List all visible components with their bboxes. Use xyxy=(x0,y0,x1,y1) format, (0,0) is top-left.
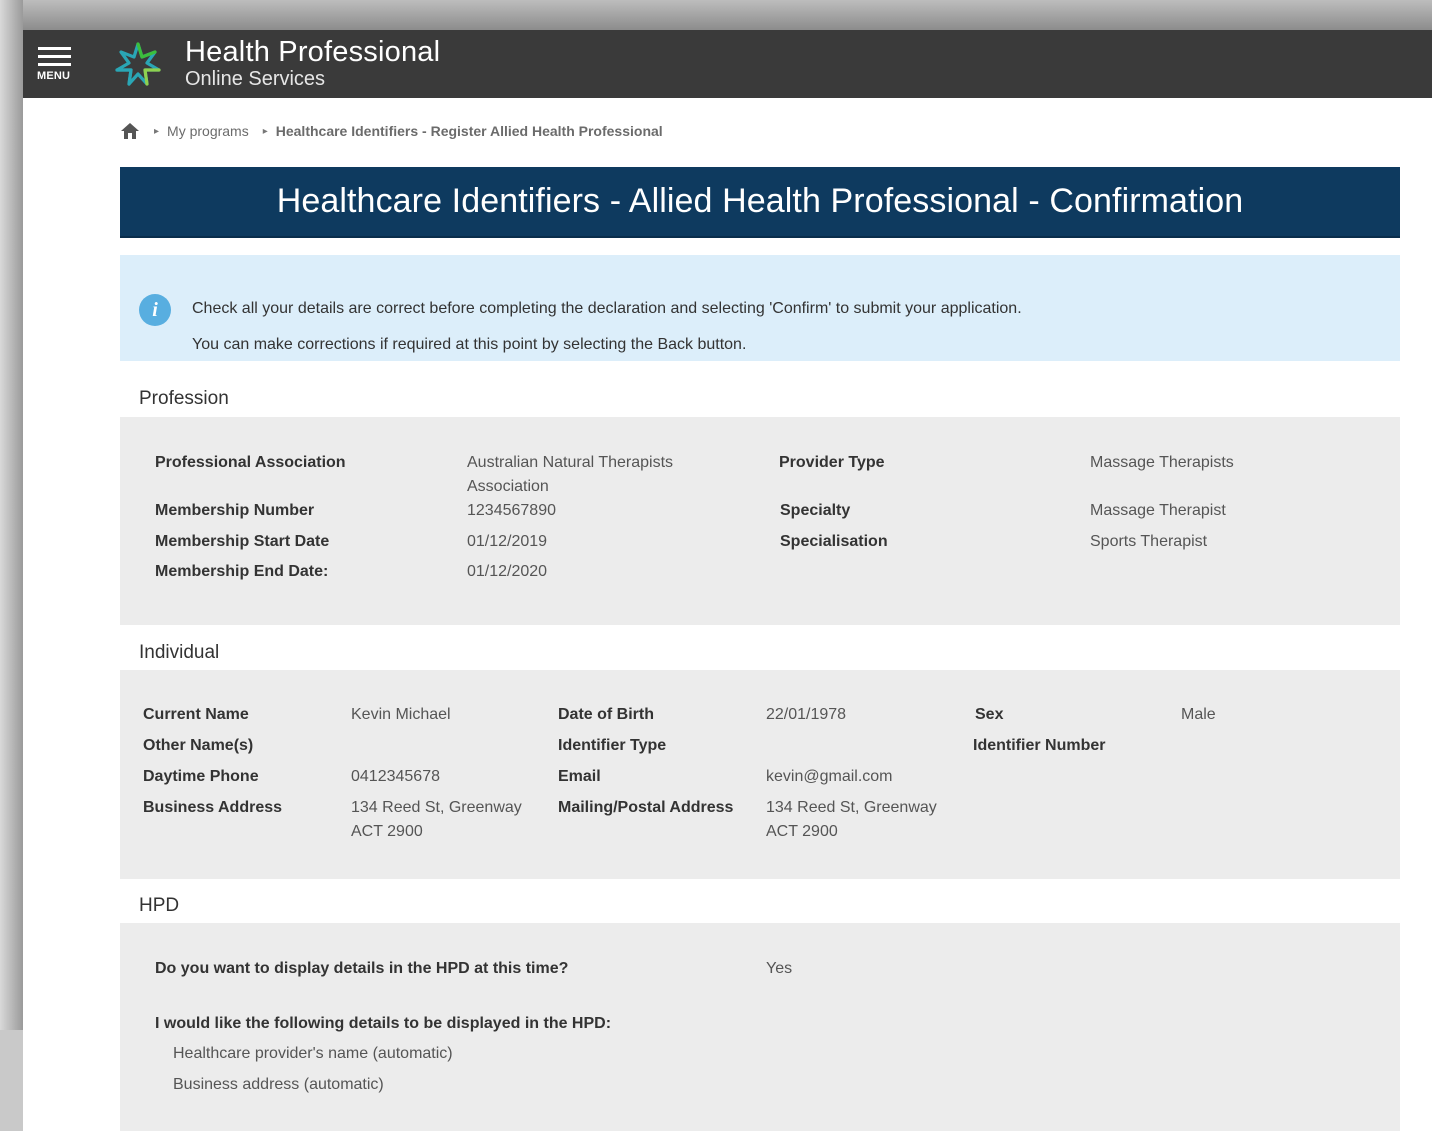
section-heading-profession: Profession xyxy=(139,388,229,409)
breadcrumb: ▸ My programs ▸ Healthcare Identifiers -… xyxy=(120,120,663,142)
top-header-bar: MENU Health Professional Online Services xyxy=(23,30,1432,98)
brand-title[interactable]: Health Professional xyxy=(185,36,440,69)
hamburger-icon-line xyxy=(38,63,71,66)
value-current-name: Kevin Michael xyxy=(351,706,451,723)
home-icon[interactable] xyxy=(120,121,140,141)
menu-button[interactable]: MENU xyxy=(35,44,77,88)
info-message-box: i Check all your details are correct bef… xyxy=(120,255,1400,361)
label-membership-number: Membership Number xyxy=(155,502,315,519)
chevron-right-icon: ▸ xyxy=(262,125,268,137)
value-specialisation: Sports Therapist xyxy=(1090,533,1208,550)
label-mailing-postal-address: Mailing/Postal Address xyxy=(558,799,734,816)
browser-window: MENU Health Professional Online Services… xyxy=(23,30,1432,1131)
value-sex: Male xyxy=(1181,706,1216,723)
section-heading-hpd: HPD xyxy=(139,895,180,916)
label-specialisation: Specialisation xyxy=(780,533,888,550)
label-membership-end-date: Membership End Date: xyxy=(155,563,329,580)
menu-label: MENU xyxy=(37,70,71,82)
star-logo-icon xyxy=(115,42,161,86)
label-email: Email xyxy=(558,768,601,785)
screenshot-frame-top xyxy=(0,0,1432,30)
label-identifier-type: Identifier Type xyxy=(558,737,667,754)
screenshot-frame-left xyxy=(0,0,23,1131)
value-professional-association-line-1: Australian Natural Therapists xyxy=(467,454,674,471)
label-identifier-number: Identifier Number xyxy=(973,737,1106,754)
value-business-address-line-2: ACT 2900 xyxy=(351,823,423,840)
value-professional-association-line-2: Association xyxy=(467,478,549,495)
page-title: Healthcare Identifiers - Allied Health P… xyxy=(276,182,1244,220)
brand-subtitle: Online Services xyxy=(185,68,326,90)
value-specialty: Massage Therapist xyxy=(1090,502,1226,519)
value-membership-start-date: 01/12/2019 xyxy=(467,533,548,550)
hpd-detail-item: Business address (automatic) xyxy=(173,1076,384,1093)
value-mailing-address-line-1: 134 Reed St, Greenway xyxy=(766,799,937,816)
chevron-right-icon: ▸ xyxy=(154,125,160,137)
individual-panel: Current Name Other Name(s) Daytime Phone… xyxy=(120,670,1400,879)
value-daytime-phone: 0412345678 xyxy=(351,768,440,785)
hamburger-icon xyxy=(38,47,71,50)
hpd-detail-item: Healthcare provider's name (automatic) xyxy=(173,1045,453,1062)
breadcrumb-current-page: Healthcare Identifiers - Register Allied… xyxy=(275,123,663,139)
label-professional-association: Professional Association xyxy=(155,454,346,471)
page-title-banner: Healthcare Identifiers - Allied Health P… xyxy=(120,167,1400,238)
hpd-panel: Do you want to display details in the HP… xyxy=(120,923,1400,1131)
label-provider-type: Provider Type xyxy=(779,454,885,471)
screenshot-frame-shade xyxy=(0,1030,23,1131)
label-date-of-birth: Date of Birth xyxy=(558,706,654,723)
label-membership-start-date: Membership Start Date xyxy=(155,533,330,550)
value-hpd-display-answer: Yes xyxy=(766,960,793,977)
value-mailing-address-line-2: ACT 2900 xyxy=(766,823,838,840)
value-provider-type: Massage Therapists xyxy=(1090,454,1234,471)
info-message-line-1: Check all your details are correct befor… xyxy=(192,300,1022,317)
label-business-address: Business Address xyxy=(143,799,283,816)
label-daytime-phone: Daytime Phone xyxy=(143,768,259,785)
value-date-of-birth: 22/01/1978 xyxy=(766,706,847,723)
label-other-names: Other Name(s) xyxy=(143,737,254,754)
label-specialty: Specialty xyxy=(780,502,851,519)
value-membership-end-date: 01/12/2020 xyxy=(467,563,548,580)
label-sex: Sex xyxy=(975,706,1004,723)
value-email: kevin@gmail.com xyxy=(766,768,893,785)
label-current-name: Current Name xyxy=(143,706,249,723)
value-business-address-line-1: 134 Reed St, Greenway xyxy=(351,799,522,816)
hamburger-icon-line xyxy=(38,55,71,58)
breadcrumb-my-programs[interactable]: My programs xyxy=(167,123,249,139)
section-heading-individual: Individual xyxy=(139,642,220,663)
info-icon: i xyxy=(139,294,171,326)
label-hpd-display-question: Do you want to display details in the HP… xyxy=(155,960,569,977)
label-hpd-details-heading: I would like the following details to be… xyxy=(155,1015,612,1032)
value-membership-number: 1234567890 xyxy=(467,502,556,519)
profession-panel: Professional Association Membership Numb… xyxy=(120,417,1400,625)
info-message-line-2: You can make corrections if required at … xyxy=(192,336,747,353)
